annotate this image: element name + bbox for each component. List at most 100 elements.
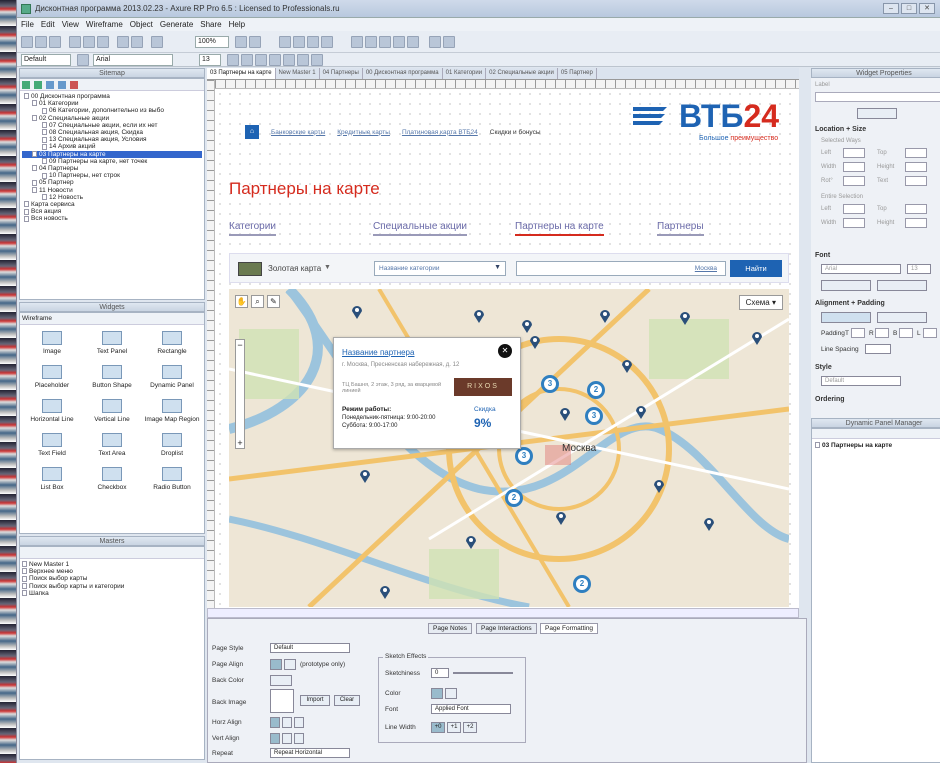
widget-text-area[interactable]: Text Area	[82, 433, 142, 457]
arrow-style-icon[interactable]	[407, 36, 419, 48]
paste-icon[interactable]	[97, 36, 109, 48]
fill-color-icon[interactable]	[351, 36, 363, 48]
connector-mode-icon[interactable]	[249, 36, 261, 48]
tree-item[interactable]: 12 Новость	[22, 194, 202, 201]
italic-icon[interactable]	[241, 54, 253, 66]
widget-text-panel[interactable]: Text Panel	[82, 331, 142, 355]
master-item[interactable]: Верхнее меню	[22, 568, 202, 575]
tree-item[interactable]: Карта сервиса	[22, 201, 202, 208]
tree-item[interactable]: 10 Партнеры, нет строк	[22, 172, 202, 179]
tree-item-selected[interactable]: 03 Партнеры на карте	[22, 150, 202, 158]
menu-file[interactable]: File	[21, 20, 34, 29]
map-pin-icon[interactable]	[465, 535, 477, 549]
widget-dynamic-panel[interactable]: Dynamic Panel	[142, 365, 202, 389]
copy-icon[interactable]	[83, 36, 95, 48]
tree-item[interactable]: 14 Архив акций	[22, 143, 202, 150]
text-rotation-input[interactable]	[905, 176, 927, 186]
map-pin-icon[interactable]	[653, 479, 665, 493]
vert-align-bottom-icon[interactable]	[294, 733, 304, 744]
menu-share[interactable]: Share	[200, 20, 221, 29]
align-center-icon[interactable]	[283, 54, 295, 66]
align-left-icon[interactable]	[270, 659, 282, 670]
map-pin-icon[interactable]	[621, 359, 633, 373]
tree-item[interactable]: 09 Партнеры на карте, нет точек	[22, 158, 202, 165]
design-canvas[interactable]: ⌂ Банковские карты Кредитные карты Плати…	[215, 89, 799, 608]
search-input[interactable]: Москва	[516, 261, 726, 276]
font-select[interactable]: Arial	[93, 54, 173, 66]
vert-align-top-icon[interactable]	[270, 733, 280, 744]
horz-align-right-icon[interactable]	[294, 717, 304, 728]
widget-placeholder[interactable]: Placeholder	[22, 365, 82, 389]
tab-page-interactions[interactable]: Page Interactions	[476, 623, 537, 634]
left-input[interactable]	[843, 148, 865, 158]
widget-horizontal-line[interactable]: Horizontal Line	[22, 399, 82, 423]
breadcrumb-link[interactable]: Кредитные карты	[337, 129, 390, 136]
widget-radio-button[interactable]: Radio Button	[142, 467, 202, 491]
bold-icon[interactable]	[227, 54, 239, 66]
map-pin-icon[interactable]	[473, 309, 485, 323]
ungroup-icon[interactable]	[293, 36, 305, 48]
horizontal-align-buttons[interactable]	[821, 312, 871, 323]
line-spacing-select[interactable]	[865, 344, 891, 354]
close-button[interactable]: ✕	[919, 3, 935, 14]
tab-categories[interactable]: 01 Категории	[443, 68, 487, 79]
breadcrumb-link[interactable]: Платиновая карта ВТБ24	[402, 129, 478, 136]
tree-item[interactable]: 11 Новости	[22, 187, 202, 194]
clear-button[interactable]: Clear	[334, 695, 360, 706]
menu-generate[interactable]: Generate	[160, 20, 193, 29]
cluster-marker[interactable]: 3	[541, 375, 559, 393]
redo-icon[interactable]	[131, 36, 143, 48]
add-page-icon[interactable]	[22, 81, 30, 89]
sel-width-input[interactable]	[843, 218, 865, 228]
select-mode-icon[interactable]	[235, 36, 247, 48]
distribute-icon[interactable]	[443, 36, 455, 48]
new-icon[interactable]	[21, 36, 33, 48]
master-item[interactable]: Поиск выбор карты и категории	[22, 583, 202, 590]
dpm-item[interactable]: 03 Партнеры на карте	[812, 439, 940, 452]
format-painter-icon[interactable]	[151, 36, 163, 48]
nav-categories[interactable]: Категории	[229, 221, 276, 236]
tab-partners[interactable]: 04 Партнеры	[320, 68, 363, 79]
widget-list-box[interactable]: List Box	[22, 467, 82, 491]
tab-page-notes[interactable]: Page Notes	[428, 623, 472, 634]
tree-item[interactable]: 04 Партнеры	[22, 165, 202, 172]
menu-help[interactable]: Help	[229, 20, 245, 29]
map-pin-icon[interactable]	[559, 407, 571, 421]
move-down-icon[interactable]	[58, 81, 66, 89]
widget-style-select[interactable]: Default	[821, 376, 901, 386]
widget-droplist[interactable]: Droplist	[142, 433, 202, 457]
chevron-down-icon[interactable]: ▼	[494, 264, 501, 271]
card-select[interactable]: Золотая карта	[268, 264, 321, 273]
nav-partners-map[interactable]: Партнеры на карте	[515, 221, 604, 236]
add-child-icon[interactable]	[34, 81, 42, 89]
font-style-buttons[interactable]	[821, 280, 871, 291]
horz-align-left-icon[interactable]	[270, 717, 280, 728]
tab-new-master[interactable]: New Master 1	[276, 68, 320, 79]
canvas-scrollbar[interactable]	[207, 608, 799, 618]
partner-name-link[interactable]: Название партнера	[342, 348, 414, 357]
zoom-in-icon[interactable]: +	[236, 438, 244, 448]
master-item[interactable]: Шапка	[22, 590, 202, 597]
sketchiness-slider[interactable]	[453, 672, 513, 674]
height-input[interactable]	[905, 162, 927, 172]
sketchiness-input[interactable]: 0	[431, 668, 449, 678]
tree-item[interactable]: 01 Категории	[22, 100, 202, 107]
vert-align-middle-icon[interactable]	[282, 733, 292, 744]
map-pin-icon[interactable]	[521, 319, 533, 333]
widget-rectangle[interactable]: Rectangle	[142, 331, 202, 355]
width-input[interactable]	[843, 162, 865, 172]
chevron-down-icon[interactable]: ▼	[324, 264, 331, 271]
sel-top-input[interactable]	[905, 204, 927, 214]
zoom-out-icon[interactable]: −	[236, 340, 244, 350]
line-width-2-button[interactable]: +2	[463, 722, 477, 733]
save-icon[interactable]	[49, 36, 61, 48]
color-option-icon[interactable]	[431, 688, 443, 699]
menu-edit[interactable]: Edit	[41, 20, 55, 29]
zoom-select[interactable]: 100%	[195, 36, 229, 48]
cut-icon[interactable]	[69, 36, 81, 48]
cluster-marker[interactable]: 3	[515, 447, 533, 465]
map-pin-icon[interactable]	[599, 309, 611, 323]
nav-partners[interactable]: Партнеры	[657, 221, 704, 236]
city-link[interactable]: Москва	[695, 265, 717, 272]
map-pin-icon[interactable]	[555, 511, 567, 525]
